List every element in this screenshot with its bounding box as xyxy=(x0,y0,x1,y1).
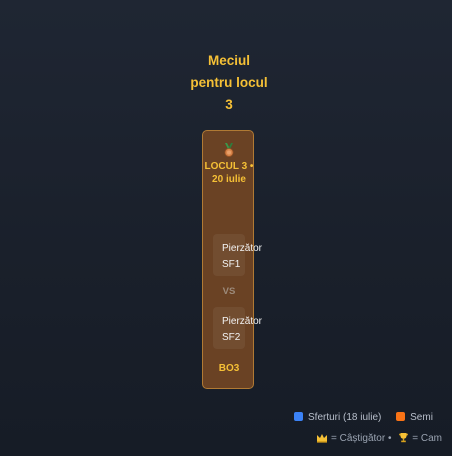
legend-swatch xyxy=(294,412,303,421)
team-slot-one[interactable]: Pierzător SF1 xyxy=(213,234,262,276)
symbol-text: = Cam xyxy=(412,433,442,444)
crown-icon xyxy=(317,434,327,443)
symbol-text: = Câștigător • xyxy=(331,433,392,444)
legend-label: Semi xyxy=(410,412,433,423)
match-header: LOCUL 3 • 20 iulie xyxy=(204,161,254,185)
legend-label: Sferturi (18 iulie) xyxy=(308,412,382,423)
legend: Sferturi (18 iulie) Semi xyxy=(294,411,445,425)
bronze-medal-icon xyxy=(224,143,234,157)
legend-item-semifinals: Semi xyxy=(396,411,433,425)
trophy-icon xyxy=(399,433,409,443)
match-format-label: BO3 xyxy=(218,363,240,374)
third-place-match-card[interactable]: LOCUL 3 • 20 iulie Pierzător SF1 VS Pier… xyxy=(202,130,262,389)
symbol-legend: = Câștigător • = Cam xyxy=(316,432,442,446)
team-name: Pierzător SF2 xyxy=(222,316,263,343)
team-slot-two[interactable]: Pierzător SF2 xyxy=(213,307,262,349)
team-name: Pierzător SF1 xyxy=(222,243,263,270)
vs-label: VS xyxy=(222,286,236,297)
legend-swatch xyxy=(396,412,406,421)
legend-item-quarterfinals: Sferturi (18 iulie) xyxy=(294,411,381,425)
match-title: Meciul pentru locul 3 xyxy=(190,53,268,112)
